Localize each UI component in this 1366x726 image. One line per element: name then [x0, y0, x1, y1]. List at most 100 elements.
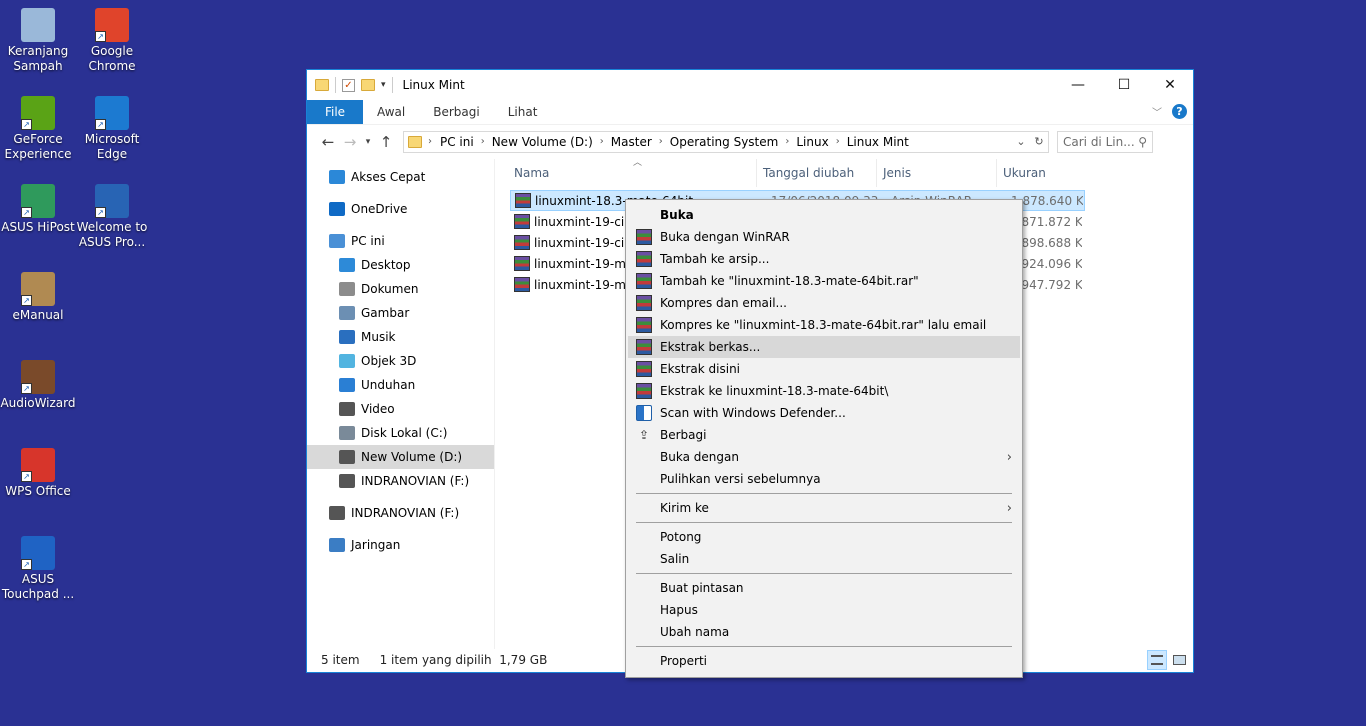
shortcut-arrow-icon: ↗ — [95, 31, 106, 42]
menu-item[interactable]: Buka — [628, 204, 1020, 226]
breadcrumb: PC ini › New Volume (D:) › Master › Operating … — [440, 135, 909, 149]
menu-item-label: Ubah nama — [660, 625, 730, 639]
column-header-date[interactable]: Tanggal diubah — [757, 159, 877, 187]
menu-item[interactable]: Scan with Windows Defender... — [628, 402, 1020, 424]
menu-item[interactable]: Tambah ke "linuxmint-18.3-mate-64bit.rar… — [628, 270, 1020, 292]
menu-item-label: Buka dengan WinRAR — [660, 230, 790, 244]
tab-share[interactable]: Berbagi — [419, 100, 493, 124]
menu-item[interactable]: Buat pintasan — [628, 577, 1020, 599]
nav-item[interactable]: PC ini — [307, 229, 494, 253]
menu-item[interactable]: Buka dengan WinRAR — [628, 226, 1020, 248]
column-headers: ︿ Nama Tanggal diubah Jenis Ukuran — [495, 158, 1193, 187]
nav-item[interactable]: Unduhan — [307, 373, 494, 397]
address-dropdown-chevron-icon[interactable]: ⌄ — [1012, 135, 1030, 148]
back-arrow-icon[interactable]: ← — [317, 133, 339, 151]
expand-ribbon-chevron-icon[interactable]: ﹀ — [1152, 104, 1162, 119]
desktop-shortcut[interactable]: ↗ Google Chrome — [74, 8, 150, 74]
maximize-button[interactable]: ☐ — [1101, 70, 1147, 100]
breadcrumb-item[interactable]: PC ini — [440, 135, 474, 149]
column-header-name[interactable]: Nama — [495, 159, 757, 187]
menu-item[interactable]: Salin — [628, 548, 1020, 570]
properties-icon[interactable]: ✓ — [342, 78, 355, 92]
menu-item[interactable]: Kirim ke › — [628, 497, 1020, 519]
breadcrumb-separator-icon[interactable]: › — [481, 136, 485, 147]
menu-item[interactable]: Properti — [628, 650, 1020, 672]
desktop-shortcut[interactable]: ↗ WPS Office — [0, 448, 76, 499]
wps-office-icon: ↗ — [21, 448, 55, 482]
menu-item[interactable]: Hapus — [628, 599, 1020, 621]
tab-home[interactable]: Awal — [363, 100, 419, 124]
nav-item[interactable]: Video — [307, 397, 494, 421]
breadcrumb-separator-icon[interactable]: › — [785, 136, 789, 147]
nav-item[interactable]: New Volume (D:) — [307, 445, 494, 469]
nav-item[interactable]: Gambar — [307, 301, 494, 325]
menu-item-label: Kompres dan email... — [660, 296, 787, 310]
breadcrumb-item[interactable]: Linux Mint — [847, 135, 909, 149]
desktop-shortcut[interactable]: ↗ GeForce Experience — [0, 96, 76, 162]
breadcrumb-separator-icon[interactable]: › — [659, 136, 663, 147]
minimize-button[interactable]: — — [1055, 70, 1101, 100]
desktop-shortcut[interactable]: ↗ eManual — [0, 272, 76, 323]
menu-item[interactable]: Ekstrak ke linuxmint-18.3-mate-64bit\ — [628, 380, 1020, 402]
nav-item[interactable]: Akses Cepat — [307, 165, 494, 189]
desktop-shortcut[interactable]: Keranjang Sampah — [0, 8, 76, 74]
video-icon — [339, 402, 355, 416]
menu-item[interactable]: Ekstrak disini — [628, 358, 1020, 380]
menu-item[interactable]: Ekstrak berkas... — [628, 336, 1020, 358]
large-icons-view-button[interactable] — [1169, 650, 1189, 670]
nav-item[interactable]: INDRANOVIAN (F:) — [307, 501, 494, 525]
menu-item[interactable]: Potong — [628, 526, 1020, 548]
nav-item-label: Gambar — [361, 306, 410, 320]
nav-item[interactable]: Desktop — [307, 253, 494, 277]
nav-item[interactable]: Disk Lokal (C:) — [307, 421, 494, 445]
close-button[interactable]: ✕ — [1147, 70, 1193, 100]
menu-item[interactable]: Pulihkan versi sebelumnya — [628, 468, 1020, 490]
desktop-shortcut-label: AudioWizard — [0, 396, 76, 410]
search-input[interactable]: Cari di Lin... ⚲ — [1057, 130, 1153, 153]
desktop-shortcut[interactable]: ↗ ASUS Touchpad ... — [0, 536, 76, 602]
column-header-type[interactable]: Jenis — [877, 159, 997, 187]
address-bar[interactable]: › PC ini › New Volume (D:) › Master › Operatin… — [403, 130, 1049, 153]
breadcrumb-item[interactable]: New Volume (D:) — [492, 135, 593, 149]
winrar-icon — [636, 317, 652, 333]
nav-item[interactable]: INDRANOVIAN (F:) — [307, 469, 494, 493]
recent-locations-chevron-icon[interactable]: ▾ — [361, 137, 375, 147]
tab-file[interactable]: File — [307, 100, 363, 124]
menu-item[interactable]: Ubah nama — [628, 621, 1020, 643]
details-view-button[interactable] — [1147, 650, 1167, 670]
up-arrow-icon[interactable]: ↑ — [375, 133, 397, 151]
menu-item[interactable]: ⇪ Berbagi — [628, 424, 1020, 446]
new-folder-icon[interactable] — [361, 79, 375, 91]
desktop-shortcut[interactable]: ↗ AudioWizard — [0, 360, 76, 411]
document-icon — [339, 282, 355, 296]
desktop-shortcut[interactable]: ↗ Welcome to ASUS Pro... — [74, 184, 150, 250]
customize-toolbar-icon[interactable]: ▾ — [381, 80, 386, 90]
title-bar[interactable]: ✓ ▾ Linux Mint — ☐ ✕ — [307, 70, 1193, 100]
nav-item[interactable]: Musik — [307, 325, 494, 349]
breadcrumb-item[interactable]: Master — [611, 135, 652, 149]
forward-arrow-icon[interactable]: → — [339, 133, 361, 151]
nav-item[interactable]: Dokumen — [307, 277, 494, 301]
breadcrumb-chevron-icon[interactable]: › — [428, 136, 432, 147]
nav-item[interactable]: Jaringan — [307, 533, 494, 557]
help-icon[interactable]: ? — [1172, 104, 1187, 119]
menu-item[interactable]: Kompres dan email... — [628, 292, 1020, 314]
desktop-shortcut[interactable]: ↗ Microsoft Edge — [74, 96, 150, 162]
nav-item[interactable]: OneDrive — [307, 197, 494, 221]
tab-view[interactable]: Lihat — [494, 100, 552, 124]
menu-item[interactable]: Kompres ke "linuxmint-18.3-mate-64bit.ra… — [628, 314, 1020, 336]
breadcrumb-separator-icon[interactable]: › — [600, 136, 604, 147]
nav-item[interactable]: Objek 3D — [307, 349, 494, 373]
breadcrumb-item[interactable]: Linux — [796, 135, 828, 149]
refresh-icon[interactable]: ↻ — [1030, 135, 1048, 148]
menu-separator — [636, 522, 1012, 523]
column-header-size[interactable]: Ukuran — [997, 159, 1075, 187]
navigation-pane[interactable]: Akses Cepat OneDrive PC ini Desktop Dokumen G… — [307, 159, 495, 649]
menu-item-label: Kirim ke — [660, 501, 709, 515]
details-view-icon — [1151, 655, 1163, 665]
breadcrumb-separator-icon[interactable]: › — [836, 136, 840, 147]
desktop-shortcut[interactable]: ↗ ASUS HiPost — [0, 184, 76, 235]
menu-item[interactable]: Tambah ke arsip... — [628, 248, 1020, 270]
breadcrumb-item[interactable]: Operating System — [670, 135, 779, 149]
menu-item[interactable]: Buka dengan › — [628, 446, 1020, 468]
